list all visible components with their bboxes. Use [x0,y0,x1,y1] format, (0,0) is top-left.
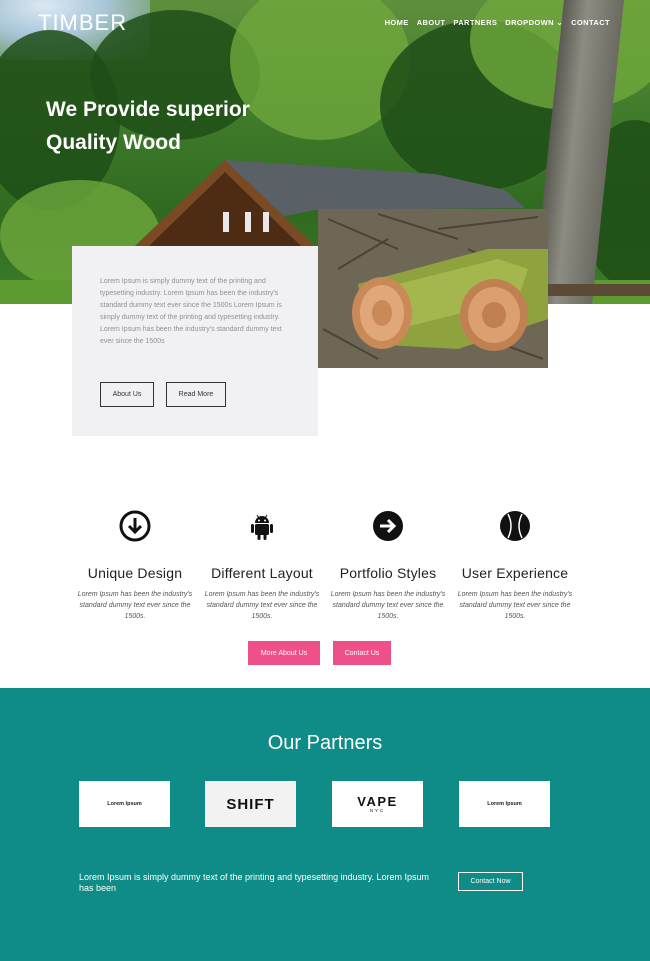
main-nav: HOME ABOUT PARTNERS DROPDOWN ⌄ CONTACT [385,18,610,27]
feature-title: Portfolio Styles [339,565,437,581]
feature-text: Lorem Ipsum has been the industry's stan… [204,591,320,620]
partner-logo-text: SHIFT [226,795,275,813]
wood-logs-image [318,209,548,368]
feature-unique-design: Unique Design Lorem Ipsum has been the i… [72,510,198,622]
partners-section: Our Partners Lorem Ipsum SHIFT VAPE NYC … [0,688,650,961]
chevron-down-icon: ⌄ [556,18,564,27]
download-circle-icon [119,510,151,542]
partners-cta-text: Lorem Ipsum is simply dummy text of the … [79,872,429,893]
nav-about[interactable]: ABOUT [417,18,446,27]
arrow-right-circle-icon [373,511,403,541]
about-us-button[interactable]: About Us [100,382,154,407]
read-more-button[interactable]: Read More [166,382,226,407]
partner-logo-lorem-ipsum-2[interactable]: Lorem Ipsum [459,781,550,827]
partners-heading: Our Partners [267,732,383,754]
android-icon [251,514,273,540]
feature-title: Different Layout [211,565,313,581]
partner-logo-text: Lorem Ipsum [107,801,142,807]
intro-text: Lorem Ipsum is simply dummy text of the … [100,278,282,345]
fence-image [548,284,650,296]
feature-text: Lorem Ipsum has been the industry's stan… [457,591,573,620]
feature-title: User Experience [461,565,569,581]
nav-dropdown-label: DROPDOWN [505,18,554,27]
vape-logo: VAPE NYC [357,795,397,813]
feature-text: Lorem Ipsum has been the industry's stan… [77,591,193,620]
intro-card: Lorem Ipsum is simply dummy text of the … [72,246,318,436]
feature-text: Lorem Ipsum has been the industry's stan… [330,591,446,620]
nav-dropdown[interactable]: DROPDOWN ⌄ [505,18,563,27]
partner-logo-vape[interactable]: VAPE NYC [332,781,423,827]
nav-home[interactable]: HOME [385,18,409,27]
partner-logo-lorem-ipsum[interactable]: Lorem Ipsum [79,781,170,827]
feature-user-experience: User Experience Lorem Ipsum has been the… [452,510,578,622]
more-about-us-button[interactable]: More About Us [248,641,320,665]
baseball-icon [500,511,530,541]
feature-title: Unique Design [87,565,183,581]
feature-portfolio-styles: Portfolio Styles Lorem Ipsum has been th… [325,510,451,622]
partner-logo-text: Lorem Ipsum [487,801,522,807]
hero-title: We Provide superior Quality Wood [46,98,250,154]
partner-logo-shift[interactable]: SHIFT [205,781,296,827]
feature-different-layout: Different Layout Lorem Ipsum has been th… [199,510,325,622]
nav-contact[interactable]: CONTACT [571,18,610,27]
contact-now-button[interactable]: Contact Now [458,872,523,891]
contact-us-button[interactable]: Contact Us [333,641,391,665]
page: TIMBER HOME ABOUT PARTNERS DROPDOWN ⌄ CO… [0,0,650,961]
site-logo[interactable]: TIMBER [38,10,127,36]
nav-partners[interactable]: PARTNERS [453,18,497,27]
partner-logo-text: VAPE [357,794,398,809]
